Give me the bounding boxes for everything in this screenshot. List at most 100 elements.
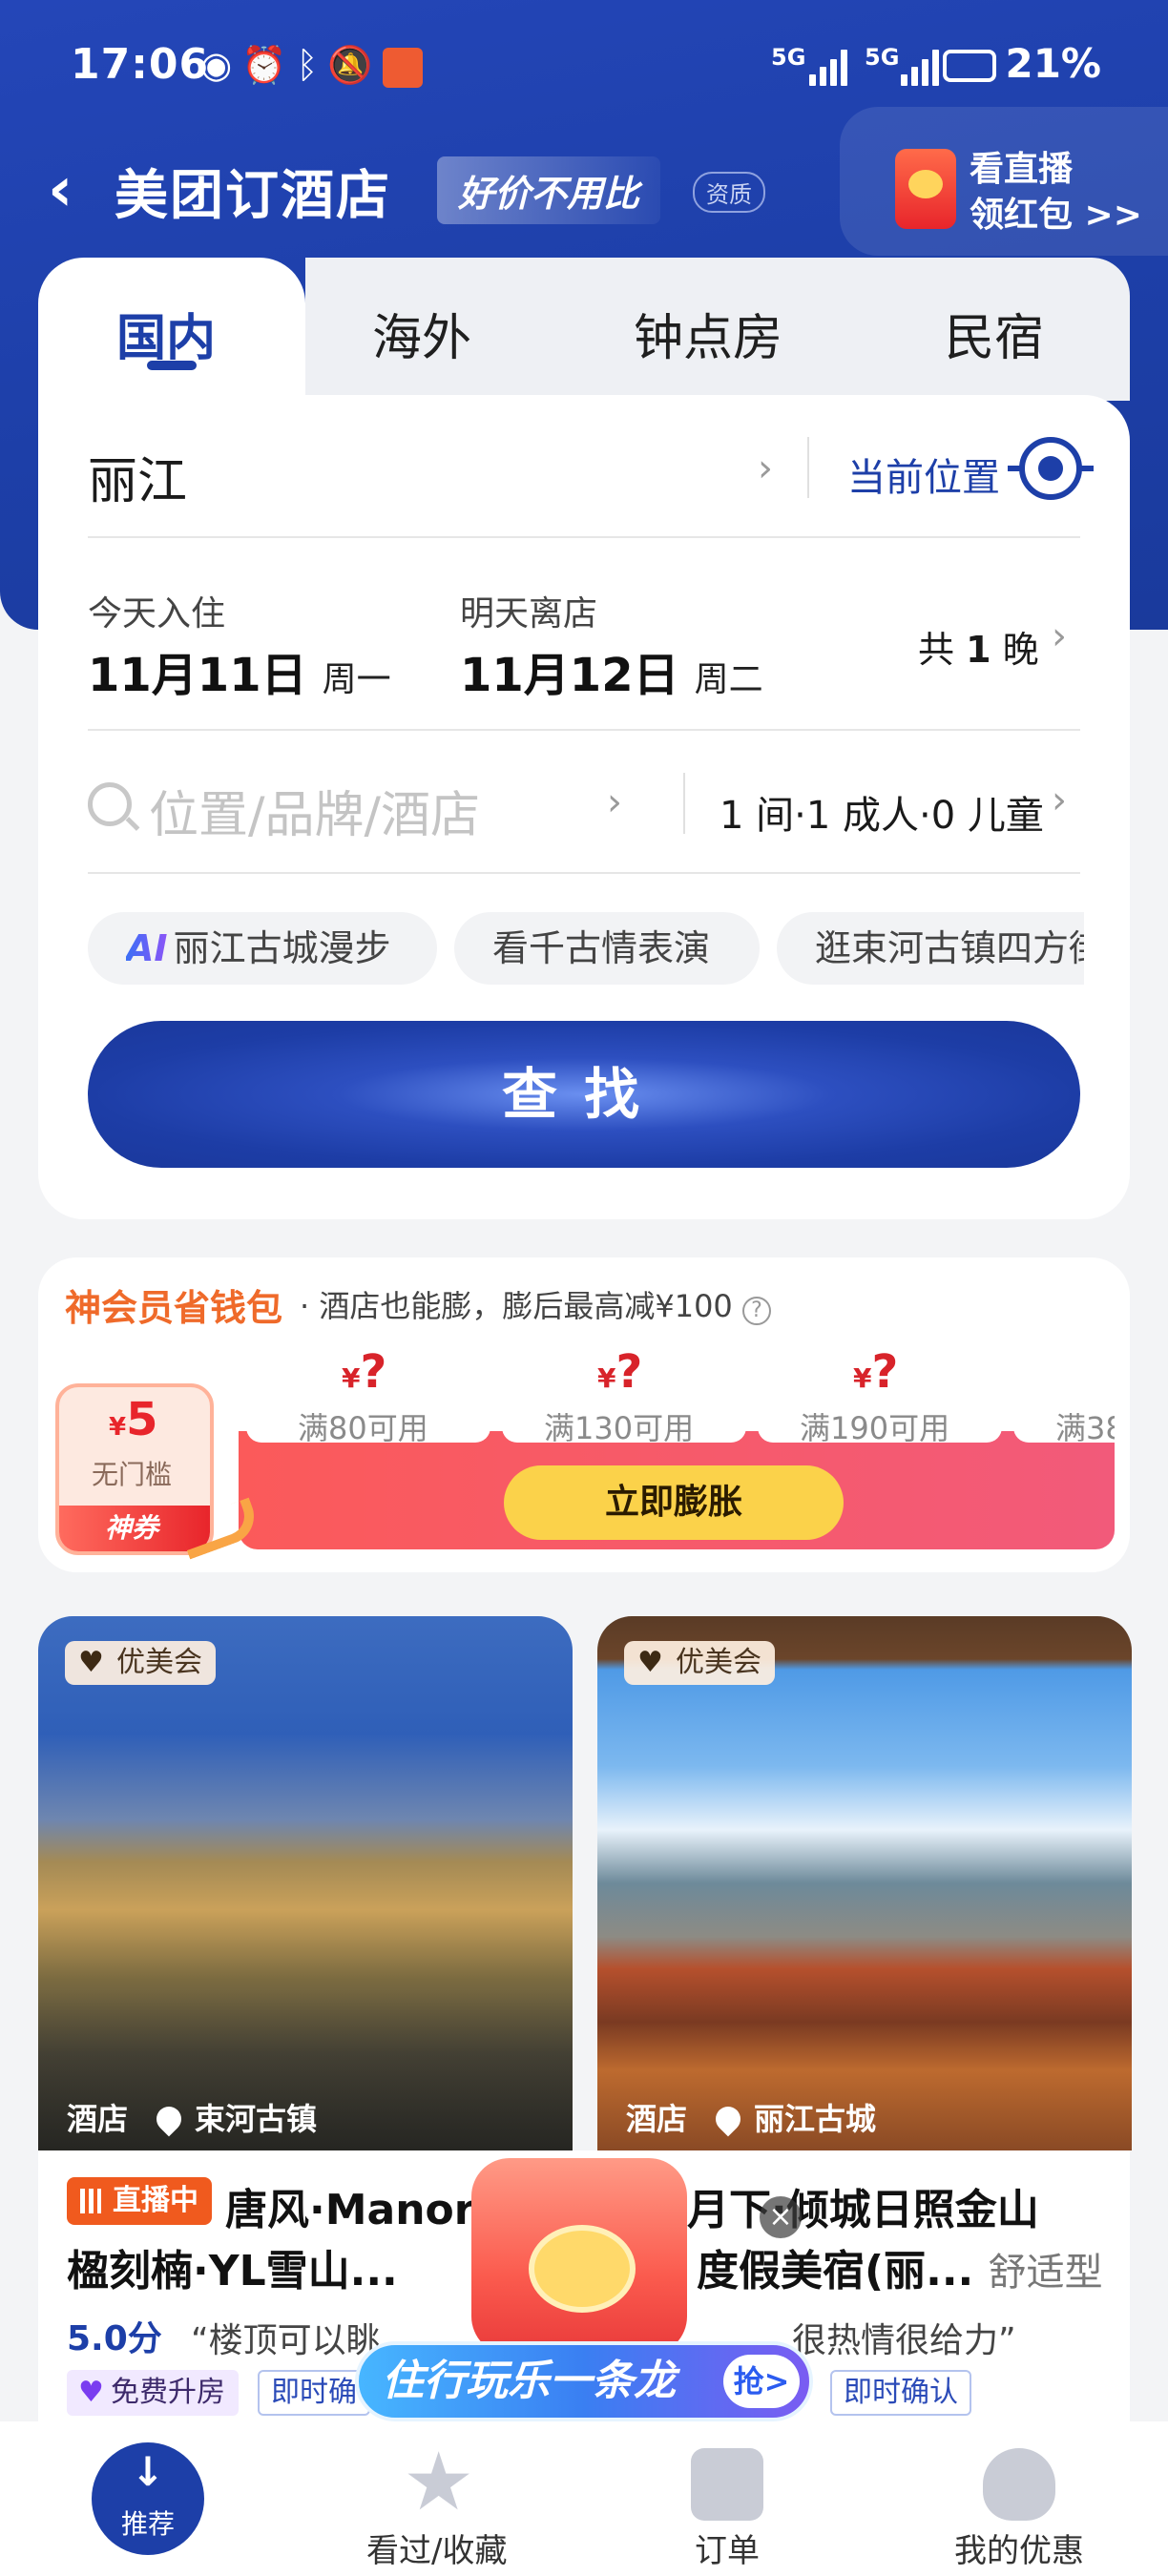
nights-suffix: 晚 (1002, 629, 1039, 671)
coupon-condition: 满38 (1055, 1410, 1115, 1446)
current-location-button[interactable]: 当前位置 (847, 447, 1000, 502)
nights-count[interactable]: 共 1 晚 (918, 620, 1039, 673)
qualification-link[interactable]: 资质 (693, 172, 765, 213)
chevron-right-icon: › (758, 447, 773, 490)
page-title: 美团订酒店 (115, 165, 391, 227)
tab-homestay[interactable]: 民宿 (945, 298, 1044, 369)
tab-hourly[interactable]: 钟点房 (634, 298, 782, 369)
coupon-amount-value: ? (615, 1345, 643, 1399)
hotel-area: 束河古镇 (195, 2101, 318, 2137)
vip-badge: 优美会 (65, 1641, 216, 1685)
suggestion-chip[interactable]: 看千古情表演 (454, 912, 760, 985)
signal-icon (809, 48, 853, 86)
tab-overseas[interactable]: 海外 (372, 298, 471, 369)
checkin-weekday: 周一 (322, 660, 391, 699)
checkin-date-value: 11月11日 (88, 649, 307, 702)
chip-label: 丽江古城漫步 (173, 927, 391, 969)
status-time: 17:06 (71, 40, 210, 89)
checkin-label: 今天入住 (88, 594, 226, 634)
coupon-condition: 满80可用 (298, 1410, 428, 1446)
hotel-score: 5.0分 (67, 2319, 162, 2358)
app-icon (382, 47, 423, 88)
instant-confirm-tag: 即时确 (258, 2370, 370, 2416)
hotel-photo[interactable] (38, 1616, 573, 2150)
back-icon[interactable]: ‹ (48, 155, 73, 225)
wallet-title: 神会员省钱包 (65, 1287, 283, 1329)
grab-button[interactable]: 抢> (723, 2355, 800, 2408)
alarm-icon: ⏰ (241, 44, 297, 86)
hotel-category: 酒店 (626, 2101, 688, 2137)
hotel-name-line2[interactable]: 度假美宿(丽... 舒适型 (697, 2236, 1126, 2297)
mute-icon: 🔕 (327, 44, 383, 86)
pin-icon (710, 2101, 746, 2137)
hotel-name-line2[interactable]: 楹刻楠·YL雪山... (67, 2236, 468, 2297)
help-icon[interactable]: ? (741, 1297, 771, 1325)
expand-coupon-button[interactable]: 立即膨胀 (504, 1465, 844, 1540)
hotel-area: 丽江古城 (754, 2101, 877, 2137)
signal-icon-2 (901, 48, 945, 86)
divider (807, 437, 809, 498)
hotel-category: 酒店 (67, 2101, 129, 2137)
locate-icon[interactable] (1008, 437, 1094, 500)
search-icon (88, 782, 132, 826)
hotel-name[interactable]: 宿月下·倾城日照金山 (645, 2175, 1103, 2236)
hotel-name[interactable]: 唐风·Manor (225, 2175, 473, 2236)
battery-icon (943, 50, 996, 82)
pin-icon (151, 2101, 187, 2137)
free-upgrade-tag: 免费升房 (67, 2370, 239, 2416)
hotel-type: 舒适型 (988, 2251, 1103, 2295)
keyword-search-input[interactable]: 位置/品牌/酒店 (149, 775, 480, 846)
coupon-condition: 满130可用 (544, 1410, 695, 1446)
vip-badge: 优美会 (624, 1641, 775, 1685)
find-button[interactable]: 查找 (88, 1021, 1080, 1168)
wallet-subtitle-text: · 酒店也能膨，膨后最高减¥100 (300, 1288, 733, 1324)
suggestion-chip-ai[interactable]: AI 丽江古城漫步 (88, 912, 437, 985)
city-selector[interactable]: 丽江 (88, 441, 187, 512)
floating-gift-box[interactable] (471, 2158, 687, 2355)
divider (683, 773, 685, 834)
live-badge: 直播中 (67, 2177, 212, 2225)
checkout-label: 明天离店 (460, 594, 598, 634)
divider (88, 872, 1080, 874)
order-icon[interactable] (691, 2448, 763, 2521)
arrow-down-icon: ↓ (131, 2448, 165, 2495)
checkout-date[interactable]: 11月12日 周二 (460, 637, 763, 704)
checkout-date-value: 11月12日 (460, 649, 679, 702)
nav-label: 推荐 (120, 2508, 175, 2540)
coupon-icon[interactable] (983, 2448, 1055, 2521)
coupon-amount: ¥? (597, 1345, 643, 1399)
tab-indicator (147, 361, 197, 370)
live-promo-line2: 领红包 >> (970, 196, 1142, 235)
star-icon[interactable]: ★ (403, 2439, 474, 2524)
tab-domestic[interactable]: 国内 (116, 298, 216, 369)
live-promo-line1: 看直播 (970, 150, 1074, 189)
coupon-amount: ¥? (342, 1345, 387, 1399)
instant-confirm-tag: 即时确认 (830, 2370, 971, 2416)
chevron-right-icon: › (607, 780, 622, 824)
nights-prefix: 共 (918, 629, 955, 671)
nav-history[interactable]: 看过/收藏 (366, 2524, 507, 2571)
close-icon[interactable]: × (760, 2196, 802, 2238)
status-icons: ◉⏰ᛒ🔕 (200, 44, 423, 88)
nav-orders[interactable]: 订单 (695, 2524, 760, 2571)
big-coupon-label: 无门槛 (92, 1459, 173, 1490)
wallet-subtitle: · 酒店也能膨，膨后最高减¥100 ? (300, 1282, 771, 1326)
nav-my-offers[interactable]: 我的优惠 (954, 2524, 1084, 2571)
suggestion-chip[interactable]: 逛束河古镇四方街 (777, 912, 1084, 985)
network-type-2: 5G (865, 44, 900, 71)
guests-selector[interactable]: 1 间·1 成人·0 儿童 (720, 784, 1044, 840)
hotel-location-tag: 酒店 束河古镇 (67, 2095, 317, 2139)
slogan-badge: 好价不用比 (437, 156, 661, 224)
divider (88, 729, 1080, 731)
nav-recommend[interactable]: ↓ 推荐 (92, 2442, 204, 2555)
bluetooth-icon: ᛒ (296, 44, 328, 86)
checkin-date[interactable]: 11月11日 周一 (88, 637, 391, 704)
checkout-weekday: 周二 (694, 660, 763, 699)
hotel-photo[interactable] (597, 1616, 1132, 2150)
network-type-1: 5G (771, 44, 806, 71)
chevron-right-icon: › (1052, 779, 1067, 822)
currency-symbol: ¥ (109, 1413, 127, 1442)
live-promo-text[interactable]: 看直播 领红包 >> (970, 147, 1142, 239)
divider (88, 536, 1080, 538)
coupon-amount-value: ? (871, 1345, 899, 1399)
